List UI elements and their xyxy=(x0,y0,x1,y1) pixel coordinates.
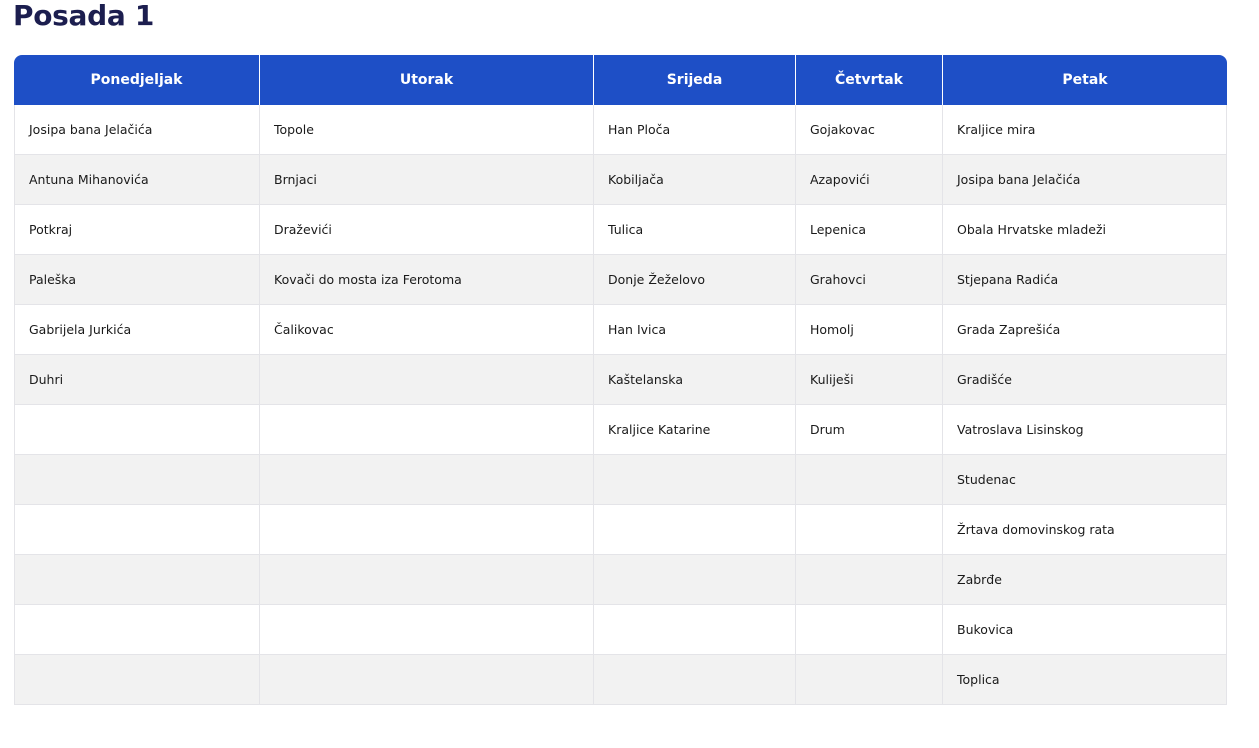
cell-thursday: Kuliješi xyxy=(796,355,943,405)
cell-monday xyxy=(14,505,260,555)
schedule-table-container: Ponedjeljak Utorak Srijeda Četvrtak Peta… xyxy=(14,55,1227,705)
cell-tuesday xyxy=(260,655,594,705)
cell-friday: Josipa bana Jelačića xyxy=(943,155,1227,205)
cell-tuesday: Draževići xyxy=(260,205,594,255)
table-row: Duhri Kaštelanska Kuliješi Gradišće xyxy=(14,355,1227,405)
cell-friday: Zabrđe xyxy=(943,555,1227,605)
table-row: Potkraj Draževići Tulica Lepenica Obala Hrva… xyxy=(14,205,1227,255)
cell-tuesday: Brnjaci xyxy=(260,155,594,205)
cell-friday: Gradišće xyxy=(943,355,1227,405)
cell-wednesday: Han Ploča xyxy=(594,105,796,155)
cell-thursday: Azapovići xyxy=(796,155,943,205)
cell-thursday: Lepenica xyxy=(796,205,943,255)
cell-tuesday xyxy=(260,555,594,605)
cell-wednesday: Kraljice Katarine xyxy=(594,405,796,455)
cell-tuesday xyxy=(260,505,594,555)
cell-thursday: Drum xyxy=(796,405,943,455)
cell-tuesday xyxy=(260,455,594,505)
schedule-body: Josipa bana Jelačića Topole Han Ploča Gojak… xyxy=(14,105,1227,705)
cell-wednesday xyxy=(594,455,796,505)
cell-tuesday xyxy=(260,355,594,405)
cell-wednesday: Kaštelanska xyxy=(594,355,796,405)
cell-wednesday: Kobiljača xyxy=(594,155,796,205)
cell-friday: Grada Zaprešića xyxy=(943,305,1227,355)
cell-friday: Bukovica xyxy=(943,605,1227,655)
cell-thursday xyxy=(796,505,943,555)
header-row: Ponedjeljak Utorak Srijeda Četvrtak Peta… xyxy=(14,55,1227,105)
cell-thursday xyxy=(796,605,943,655)
cell-friday: Vatroslava Lisinskog xyxy=(943,405,1227,455)
schedule-table: Ponedjeljak Utorak Srijeda Četvrtak Peta… xyxy=(14,55,1227,705)
header-cell-monday: Ponedjeljak xyxy=(14,55,260,105)
cell-tuesday: Čalikovac xyxy=(260,305,594,355)
cell-monday: Josipa bana Jelačića xyxy=(14,105,260,155)
cell-tuesday: Topole xyxy=(260,105,594,155)
cell-friday: Žrtava domovinskog rata xyxy=(943,505,1227,555)
cell-friday: Stjepana Radića xyxy=(943,255,1227,305)
cell-monday: Antuna Mihanovića xyxy=(14,155,260,205)
cell-thursday: Gojakovac xyxy=(796,105,943,155)
cell-wednesday: Donje Žeželovo xyxy=(594,255,796,305)
header-cell-wednesday: Srijeda xyxy=(594,55,796,105)
cell-tuesday xyxy=(260,605,594,655)
cell-wednesday xyxy=(594,555,796,605)
cell-thursday: Grahovci xyxy=(796,255,943,305)
cell-monday xyxy=(14,655,260,705)
header-cell-thursday: Četvrtak xyxy=(796,55,943,105)
cell-wednesday xyxy=(594,655,796,705)
page-title: Posada 1 xyxy=(13,0,155,32)
table-row: Josipa bana Jelačića Topole Han Ploča Gojak… xyxy=(14,105,1227,155)
table-row: Kraljice Katarine Drum Vatroslava Lisinsko… xyxy=(14,405,1227,455)
table-row: Bukovica xyxy=(14,605,1227,655)
cell-monday xyxy=(14,455,260,505)
cell-thursday xyxy=(796,655,943,705)
cell-monday xyxy=(14,605,260,655)
cell-monday: Duhri xyxy=(14,355,260,405)
schedule-header: Ponedjeljak Utorak Srijeda Četvrtak Peta… xyxy=(14,55,1227,105)
cell-thursday xyxy=(796,555,943,605)
cell-tuesday: Kovači do mosta iza Ferotoma xyxy=(260,255,594,305)
table-row: Žrtava domovinskog rata xyxy=(14,505,1227,555)
table-row: Toplica xyxy=(14,655,1227,705)
table-row: Antuna Mihanovića Brnjaci Kobiljača Azapovi… xyxy=(14,155,1227,205)
cell-friday: Kraljice mira xyxy=(943,105,1227,155)
cell-friday: Toplica xyxy=(943,655,1227,705)
table-row: Paleška Kovači do mosta iza Ferotoma Donje… xyxy=(14,255,1227,305)
header-cell-friday: Petak xyxy=(943,55,1227,105)
cell-wednesday: Han Ivica xyxy=(594,305,796,355)
cell-thursday xyxy=(796,455,943,505)
cell-wednesday: Tulica xyxy=(594,205,796,255)
cell-monday xyxy=(14,405,260,455)
cell-monday: Paleška xyxy=(14,255,260,305)
cell-monday: Potkraj xyxy=(14,205,260,255)
table-row: Zabrđe xyxy=(14,555,1227,605)
cell-monday: Gabrijela Jurkića xyxy=(14,305,260,355)
table-row: Gabrijela Jurkića Čalikovac Han Ivica Homol… xyxy=(14,305,1227,355)
cell-wednesday xyxy=(594,605,796,655)
cell-wednesday xyxy=(594,505,796,555)
cell-tuesday xyxy=(260,405,594,455)
table-row: Studenac xyxy=(14,455,1227,505)
cell-monday xyxy=(14,555,260,605)
cell-friday: Obala Hrvatske mladeži xyxy=(943,205,1227,255)
cell-thursday: Homolj xyxy=(796,305,943,355)
cell-friday: Studenac xyxy=(943,455,1227,505)
header-cell-tuesday: Utorak xyxy=(260,55,594,105)
